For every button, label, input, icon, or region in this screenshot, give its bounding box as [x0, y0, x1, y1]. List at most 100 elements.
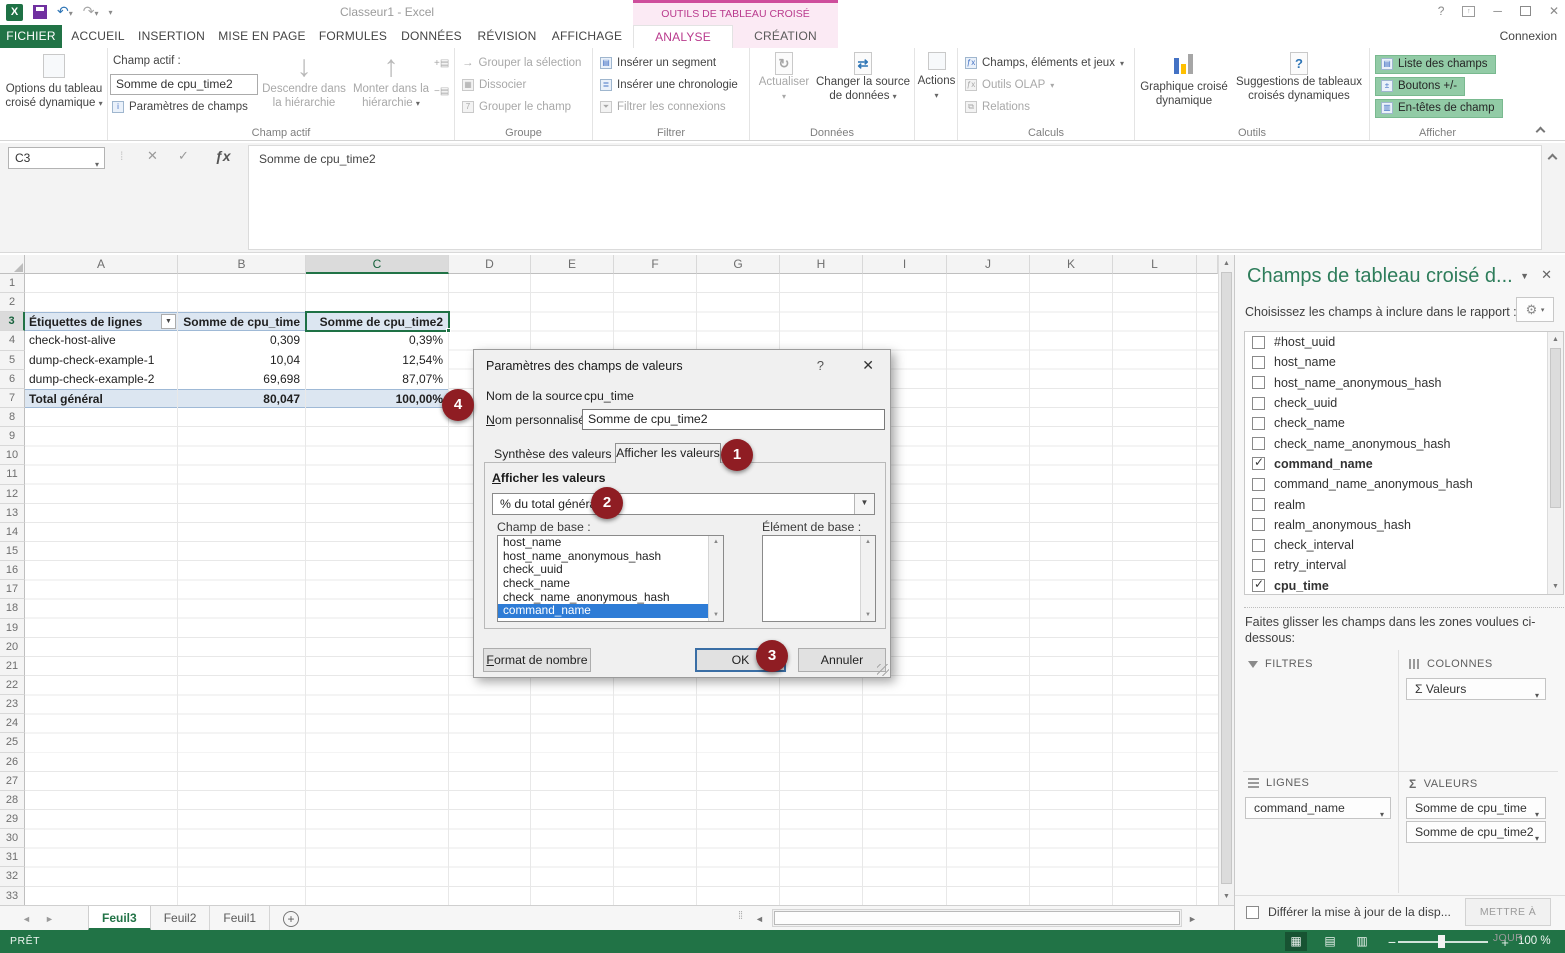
- row-header[interactable]: 7: [0, 389, 25, 408]
- maximize-button[interactable]: [1520, 6, 1531, 16]
- row-header[interactable]: 9: [0, 427, 25, 446]
- row-header[interactable]: 6: [0, 370, 25, 389]
- combo-chevron-icon[interactable]: ▼: [854, 494, 874, 514]
- field-row[interactable]: command_name: [1245, 454, 1563, 474]
- base-field-listbox[interactable]: host_namehost_name_anonymous_hashcheck_u…: [497, 535, 724, 622]
- help-button[interactable]: ?: [1438, 4, 1445, 18]
- pivot-data-row[interactable]: check-host-alive 0,309 0,39%: [25, 331, 449, 350]
- field-row[interactable]: realm_anonymous_hash: [1245, 515, 1563, 535]
- pivot-data-row[interactable]: dump-check-example-2 69,698 87,07%: [25, 370, 449, 389]
- field-row[interactable]: command_name_anonymous_hash: [1245, 474, 1563, 494]
- base-field-option[interactable]: check_uuid: [498, 563, 723, 577]
- field-checkbox[interactable]: [1252, 498, 1265, 511]
- scroll-thumb[interactable]: [1550, 348, 1561, 508]
- tab-donnees[interactable]: DONNÉES: [400, 25, 463, 48]
- row-header[interactable]: 29: [0, 810, 25, 829]
- row-header[interactable]: 21: [0, 657, 25, 676]
- sheet-tab[interactable]: Feuil2: [151, 906, 211, 931]
- field-checkbox[interactable]: [1252, 539, 1265, 552]
- page-layout-view-icon[interactable]: ▤: [1319, 932, 1341, 951]
- collapse-ribbon-icon[interactable]: [1536, 127, 1546, 137]
- tab-creation[interactable]: CRÉATION: [733, 25, 838, 48]
- confirm-entry-icon[interactable]: ✓: [178, 148, 189, 164]
- redo-button[interactable]: ↷▾: [83, 3, 99, 21]
- field-row[interactable]: realm: [1245, 494, 1563, 514]
- zoom-slider-thumb[interactable]: [1438, 935, 1445, 948]
- column-header[interactable]: H: [780, 255, 863, 274]
- field-checkbox[interactable]: [1252, 579, 1265, 592]
- row-header[interactable]: 19: [0, 619, 25, 638]
- base-field-option[interactable]: command_name: [498, 604, 723, 618]
- field-row[interactable]: host_name: [1245, 352, 1563, 372]
- pivot-cpu-time-value[interactable]: 80,047: [178, 389, 306, 408]
- row-header[interactable]: 32: [0, 867, 25, 886]
- field-checkbox[interactable]: [1252, 478, 1265, 491]
- row-header[interactable]: 5: [0, 351, 25, 370]
- row-header[interactable]: 4: [0, 331, 25, 350]
- scroll-up-icon[interactable]: ▲: [861, 539, 875, 545]
- tab-formules[interactable]: FORMULES: [318, 25, 388, 48]
- pivot-cpu-time-value[interactable]: 10,04: [178, 351, 306, 370]
- sheet-nav-left-icon[interactable]: ◄: [22, 914, 31, 924]
- row-header[interactable]: 24: [0, 714, 25, 733]
- drill-up-button[interactable]: ↑ Monter dans la hiérarchie ▾: [348, 52, 434, 111]
- scroll-up-icon[interactable]: ▲: [709, 539, 723, 545]
- horizontal-scrollbar[interactable]: [772, 909, 1182, 927]
- row-labels-filter-icon[interactable]: ▼: [161, 314, 176, 329]
- insert-function-icon[interactable]: ƒx: [215, 148, 231, 164]
- tab-mise-en-page[interactable]: MISE EN PAGE: [218, 25, 306, 48]
- hscroll-left-icon[interactable]: ◄: [755, 914, 764, 924]
- minimize-button[interactable]: ─: [1493, 4, 1502, 18]
- hscroll-right-icon[interactable]: ►: [1188, 914, 1197, 924]
- row-header[interactable]: 11: [0, 465, 25, 484]
- row-header[interactable]: 18: [0, 599, 25, 618]
- field-checkbox[interactable]: [1252, 559, 1265, 572]
- fields-items-sets-button[interactable]: ƒxChamps, éléments et jeux▾: [965, 54, 1124, 72]
- dialog-close-icon[interactable]: ✕: [862, 357, 874, 374]
- insert-slicer-button[interactable]: ▤Insérer un segment: [600, 54, 716, 72]
- row-header[interactable]: 22: [0, 676, 25, 695]
- actions-button[interactable]: Actions▾: [915, 52, 958, 103]
- new-sheet-icon[interactable]: +: [283, 911, 299, 927]
- scroll-down-icon[interactable]: ▼: [1219, 893, 1234, 900]
- olap-tools-button[interactable]: ƒxOutils OLAP▾: [965, 76, 1054, 94]
- base-field-option[interactable]: host_name_anonymous_hash: [498, 550, 723, 564]
- listbox-scrollbar[interactable]: ▲ ▼: [860, 536, 875, 621]
- scroll-down-icon[interactable]: ▼: [1548, 583, 1563, 590]
- row-header[interactable]: 20: [0, 638, 25, 657]
- pivot-cpu-time-value[interactable]: 69,698: [178, 370, 306, 389]
- pivot-percent-value[interactable]: 100,00%: [306, 389, 449, 408]
- select-all-corner[interactable]: [0, 255, 25, 274]
- row-header[interactable]: 1: [0, 274, 25, 293]
- column-header[interactable]: C: [306, 255, 449, 274]
- pivot-options-button[interactable]: Options du tableau croisé dynamique ▾: [0, 54, 108, 111]
- pivot-row-label[interactable]: dump-check-example-2: [25, 370, 178, 389]
- column-header[interactable]: I: [863, 255, 947, 274]
- relations-button[interactable]: ⧉Relations: [965, 98, 1030, 116]
- base-item-listbox[interactable]: ▲ ▼: [762, 535, 876, 622]
- field-checkbox[interactable]: [1252, 518, 1265, 531]
- field-row[interactable]: retry_interval: [1245, 555, 1563, 575]
- ungroup-button[interactable]: ▦Dissocier: [462, 76, 526, 94]
- field-row[interactable]: #host_uuid: [1245, 332, 1563, 352]
- column-header[interactable]: F: [614, 255, 697, 274]
- listbox-scrollbar[interactable]: ▲ ▼: [708, 536, 723, 621]
- ribbon-display-options-icon[interactable]: ↑: [1462, 6, 1475, 17]
- field-row[interactable]: check_interval: [1245, 535, 1563, 555]
- tools-button[interactable]: ⚙ ▾: [1516, 297, 1554, 322]
- formula-input[interactable]: Somme de cpu_time2: [248, 145, 1542, 250]
- row-header[interactable]: 27: [0, 772, 25, 791]
- sheet-tab[interactable]: Feuil1: [210, 906, 270, 931]
- row-header[interactable]: 13: [0, 504, 25, 523]
- row-header[interactable]: 3: [0, 312, 25, 331]
- field-checkbox[interactable]: [1252, 336, 1265, 349]
- customize-qat-icon[interactable]: ▾: [109, 8, 113, 17]
- row-header[interactable]: 26: [0, 753, 25, 772]
- tab-fichier[interactable]: FICHIER: [0, 25, 62, 48]
- tab-insertion[interactable]: INSERTION: [138, 25, 205, 48]
- field-row[interactable]: check_name_anonymous_hash: [1245, 433, 1563, 453]
- insert-timeline-button[interactable]: ≣Insérer une chronologie: [600, 76, 738, 94]
- column-header[interactable]: J: [947, 255, 1030, 274]
- group-field-button[interactable]: 7Grouper le champ: [462, 98, 571, 116]
- tab-analyse[interactable]: ANALYSE: [633, 25, 733, 48]
